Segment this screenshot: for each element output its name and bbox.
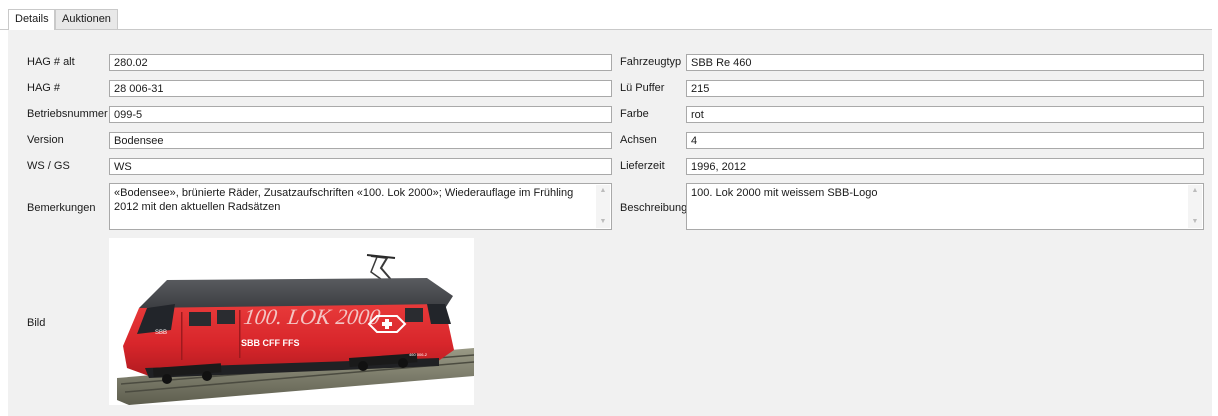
achsen-label: Achsen: [620, 134, 657, 146]
scroll-down-icon[interactable]: ▼: [596, 216, 610, 228]
locomotive-lettering: 100. LOK 2000: [242, 304, 382, 329]
svg-text:SBB: SBB: [155, 330, 167, 336]
bemerkungen-text: «Bodensee», brünierte Räder, Zusatzaufsc…: [114, 187, 574, 213]
fahrzeugtyp-field[interactable]: [686, 54, 1204, 71]
hag-alt-label: HAG # alt: [27, 56, 75, 68]
beschreibung-textarea[interactable]: 100. Lok 2000 mit weissem SBB-Logo ▲ ▼: [686, 183, 1204, 230]
tab-strip: Details Auktionen: [0, 0, 1218, 30]
bemerkungen-scrollbar[interactable]: ▲ ▼: [596, 185, 610, 228]
betriebsnummer-label: Betriebsnummer: [27, 108, 108, 120]
scroll-down-icon[interactable]: ▼: [1188, 216, 1202, 228]
locomotive-photo: 100. LOK 2000 SBB CFF FFS SBB 460 006-2: [109, 238, 475, 405]
ws-gs-field[interactable]: [109, 158, 612, 175]
tab-auktionen[interactable]: Auktionen: [55, 9, 118, 29]
version-label: Version: [27, 134, 64, 146]
farbe-field[interactable]: [686, 106, 1204, 123]
bild-label: Bild: [27, 317, 46, 329]
betriebsnummer-field[interactable]: [109, 106, 612, 123]
scroll-up-icon[interactable]: ▲: [1188, 185, 1202, 197]
bemerkungen-textarea[interactable]: «Bodensee», brünierte Räder, Zusatzaufsc…: [109, 183, 612, 230]
lue-puffer-field[interactable]: [686, 80, 1204, 97]
svg-text:460 006-2: 460 006-2: [409, 352, 428, 357]
beschreibung-text: 100. Lok 2000 mit weissem SBB-Logo: [691, 187, 878, 199]
beschreibung-label: Beschreibung: [620, 202, 688, 214]
lieferzeit-field[interactable]: [686, 158, 1204, 175]
operator-text: SBB CFF FFS: [241, 338, 300, 348]
tab-details[interactable]: Details: [8, 9, 55, 30]
lue-puffer-label: Lü Puffer: [620, 82, 665, 94]
locomotive-photo-icon: 100. LOK 2000 SBB CFF FFS SBB 460 006-2: [109, 238, 475, 405]
farbe-label: Farbe: [620, 108, 649, 120]
hag-label: HAG #: [27, 82, 61, 94]
bemerkungen-label: Bemerkungen: [27, 202, 96, 214]
version-field[interactable]: [109, 132, 612, 149]
achsen-field[interactable]: [686, 132, 1204, 149]
ws-gs-label: WS / GS: [27, 160, 70, 172]
hag-field[interactable]: [109, 80, 612, 97]
hag-alt-field[interactable]: [109, 54, 612, 71]
fahrzeugtyp-label: Fahrzeugtyp: [620, 56, 682, 68]
scroll-up-icon[interactable]: ▲: [596, 185, 610, 197]
beschreibung-scrollbar[interactable]: ▲ ▼: [1188, 185, 1202, 228]
lieferzeit-label: Lieferzeit: [620, 160, 665, 172]
